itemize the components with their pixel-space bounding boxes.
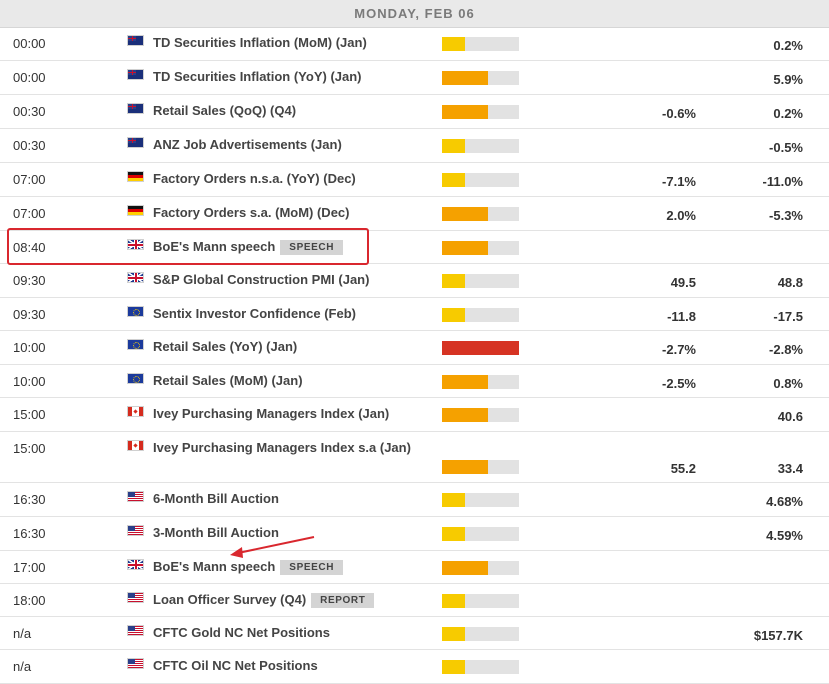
annotation-arrow — [230, 536, 315, 558]
